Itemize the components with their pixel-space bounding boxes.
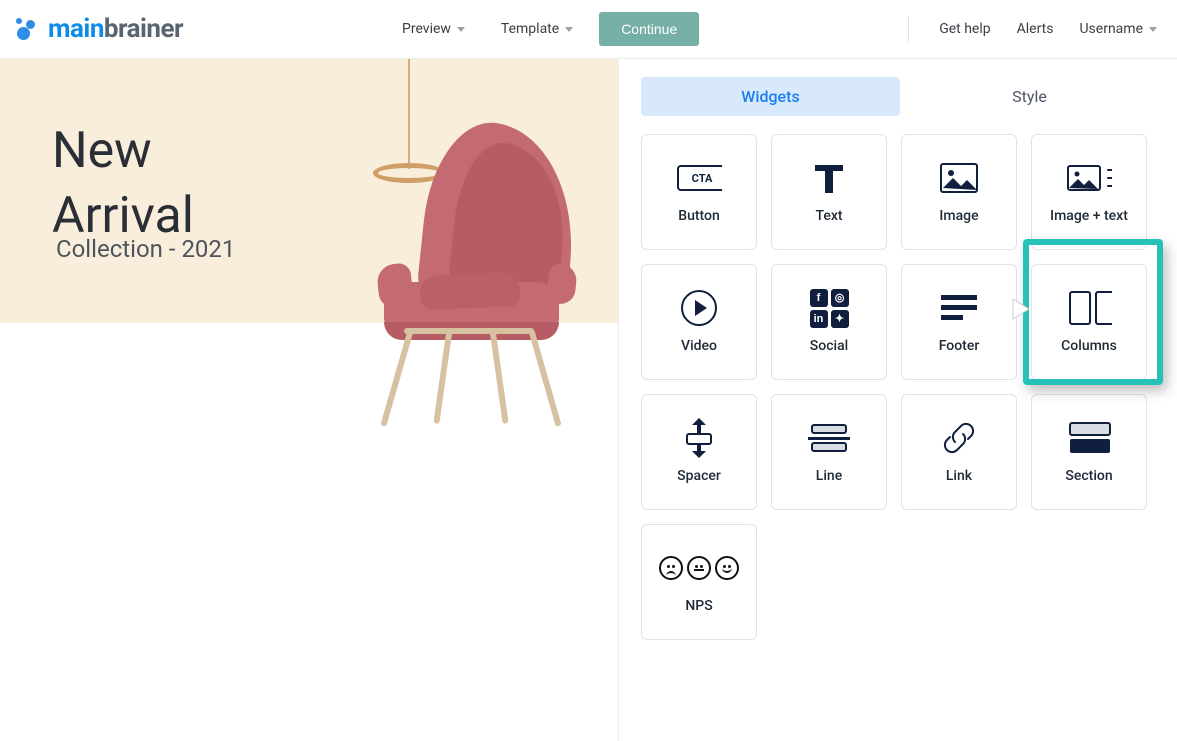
widget-grid: CTA Button Text Image	[641, 134, 1159, 640]
alerts-link[interactable]: Alerts	[1017, 21, 1054, 37]
section-icon	[1066, 420, 1112, 456]
widget-image[interactable]: Image	[901, 134, 1017, 250]
widget-label: NPS	[685, 598, 712, 614]
hero-block[interactable]: New Arrival Collection - 2021	[0, 59, 618, 323]
caret-down-icon	[1149, 27, 1157, 32]
footer-icon	[936, 290, 982, 326]
image-text-icon	[1066, 160, 1112, 196]
caret-down-icon	[457, 27, 465, 32]
columns-icon	[1066, 290, 1112, 326]
brand-logo[interactable]: mainbrainer	[14, 14, 183, 44]
hero-title-line1: New	[52, 122, 152, 180]
center-nav: Preview Template Continue	[183, 12, 908, 46]
widget-label: Text	[815, 208, 842, 224]
editor-canvas[interactable]: New Arrival Collection - 2021	[0, 59, 619, 741]
line-icon	[806, 420, 852, 456]
video-play-icon	[676, 290, 722, 326]
text-icon	[806, 160, 852, 196]
widget-label: Section	[1065, 468, 1112, 484]
widget-social[interactable]: f◎in✦ Social	[771, 264, 887, 380]
widget-video[interactable]: Video	[641, 264, 757, 380]
link-icon	[936, 420, 982, 456]
divider	[908, 16, 909, 42]
widget-label: Image + text	[1050, 208, 1128, 224]
template-dropdown[interactable]: Template	[491, 15, 583, 43]
cta-button-icon: CTA	[676, 160, 722, 196]
hero-title: New Arrival	[52, 119, 194, 249]
widget-columns[interactable]: Columns	[1031, 264, 1147, 380]
widget-nps[interactable]: NPS	[641, 524, 757, 640]
panel-tabs: Widgets Style	[641, 77, 1159, 116]
social-icons-icon: f◎in✦	[806, 290, 852, 326]
get-help-link[interactable]: Get help	[939, 21, 990, 37]
widget-label: Image	[939, 208, 978, 224]
widget-label: Columns	[1061, 338, 1117, 354]
widget-button[interactable]: CTA Button	[641, 134, 757, 250]
nps-faces-icon	[676, 550, 722, 586]
widget-footer[interactable]: Footer	[901, 264, 1017, 380]
brand-logo-text: mainbrainer	[48, 14, 183, 44]
hero-subtitle: Collection - 2021	[56, 235, 235, 263]
tab-style[interactable]: Style	[900, 77, 1159, 116]
widget-label: Video	[681, 338, 717, 354]
widget-section[interactable]: Section	[1031, 394, 1147, 510]
widget-label: Social	[810, 338, 848, 354]
preview-label: Preview	[402, 21, 451, 37]
widget-link[interactable]: Link	[901, 394, 1017, 510]
tab-widgets[interactable]: Widgets	[641, 77, 900, 116]
template-label: Template	[501, 21, 559, 37]
widget-image-text[interactable]: Image + text	[1031, 134, 1147, 250]
continue-button[interactable]: Continue	[599, 12, 699, 46]
widget-spacer[interactable]: Spacer	[641, 394, 757, 510]
right-nav: Get help Alerts Username	[908, 16, 1157, 42]
svg-text:CTA: CTA	[692, 172, 713, 185]
username-label: Username	[1079, 21, 1143, 37]
preview-dropdown[interactable]: Preview	[392, 15, 475, 43]
widget-label: Link	[946, 468, 972, 484]
caret-down-icon	[565, 27, 573, 32]
hero-chair-image	[360, 114, 600, 444]
topbar: mainbrainer Preview Template Continue Ge…	[0, 0, 1177, 59]
widget-label: Footer	[939, 338, 980, 354]
image-icon	[936, 160, 982, 196]
widget-label: Button	[678, 208, 720, 224]
widget-line[interactable]: Line	[771, 394, 887, 510]
widget-label: Line	[816, 468, 842, 484]
sidebar-panel: Widgets Style CTA Button Text	[619, 59, 1177, 741]
widget-label: Spacer	[677, 468, 721, 484]
brand-logo-mark	[14, 16, 40, 42]
spacer-icon	[676, 420, 722, 456]
widget-text[interactable]: Text	[771, 134, 887, 250]
username-dropdown[interactable]: Username	[1079, 21, 1157, 37]
